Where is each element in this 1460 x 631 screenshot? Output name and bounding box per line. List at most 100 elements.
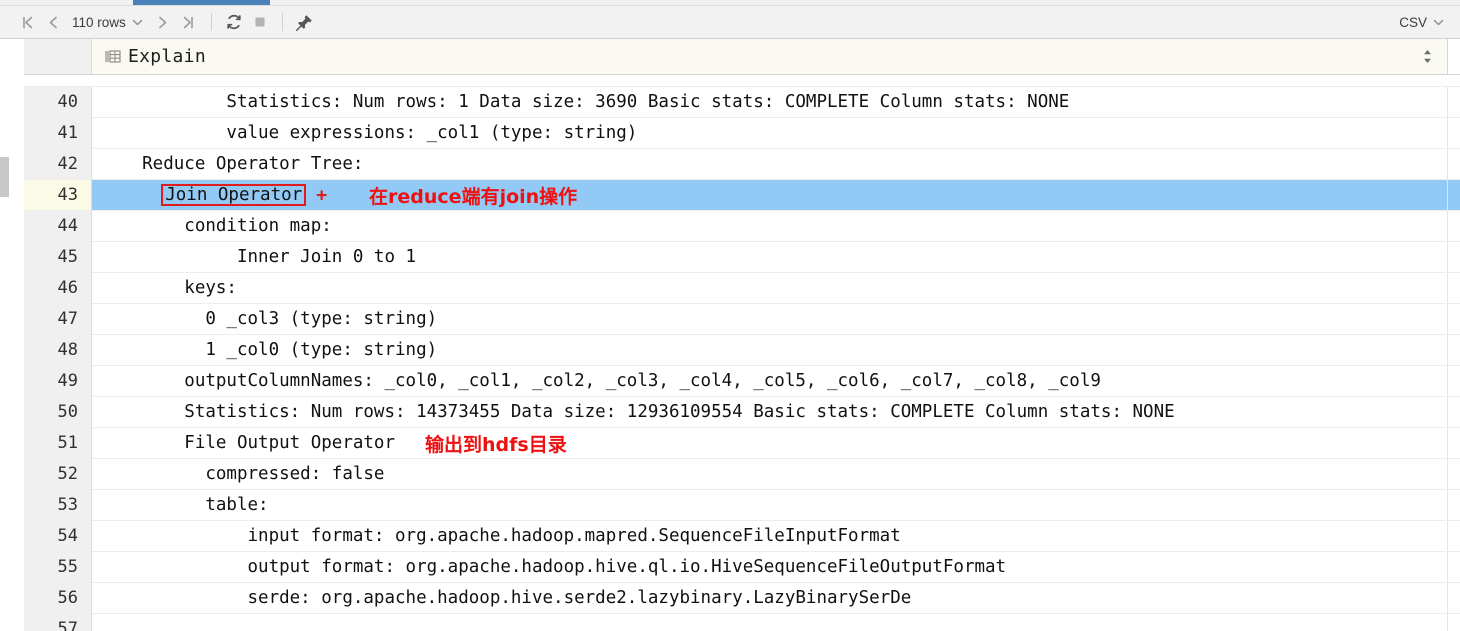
row-tail <box>1447 428 1460 458</box>
refresh-icon[interactable] <box>221 9 247 35</box>
row-text: File Output Operator <box>100 433 396 453</box>
row-cell-explain[interactable]: File Output Operator 输出到hdfs目录 <box>92 428 1447 458</box>
vertical-scrollbar-thumb[interactable] <box>0 157 9 197</box>
toolbar-divider-2 <box>281 13 283 31</box>
row-tail <box>1447 366 1460 396</box>
row-tail <box>1447 490 1460 520</box>
row-number: 53 <box>24 490 92 520</box>
row-tail <box>1447 180 1460 210</box>
row-cell-explain[interactable]: table: <box>92 490 1447 520</box>
row-number: 48 <box>24 335 92 365</box>
table-row[interactable]: 40 Statistics: Num rows: 1 Data size: 36… <box>24 87 1460 118</box>
row-cell-explain[interactable]: serde: org.apache.hadoop.hive.serde2.laz… <box>92 583 1447 613</box>
go-to-next-icon[interactable] <box>150 9 176 35</box>
row-cell-explain[interactable]: input format: org.apache.hadoop.mapred.S… <box>92 521 1447 551</box>
row-tail <box>1447 614 1460 631</box>
table-row-selected[interactable]: 43 Join Operator + 在reduce端有join操作 <box>24 180 1460 211</box>
row-number: 50 <box>24 397 92 427</box>
horizontal-scrollbar-thumb[interactable] <box>133 0 270 5</box>
grid-rows: 40 Statistics: Num rows: 1 Data size: 36… <box>24 75 1460 631</box>
row-tail <box>1447 118 1460 148</box>
table-row[interactable]: 51 File Output Operator 输出到hdfs目录 <box>24 428 1460 459</box>
result-grid: Explain 40 Statistics: Num rows: 1 Data … <box>0 39 1460 631</box>
annotation-note-reduce-join: 在reduce端有join操作 <box>369 185 578 208</box>
row-number: 47 <box>24 304 92 334</box>
table-row[interactable]: 50 Statistics: Num rows: 14373455 Data s… <box>24 397 1460 428</box>
annotation-note-output-hdfs: 输出到hdfs目录 <box>425 433 567 456</box>
row-number: 44 <box>24 211 92 241</box>
table-row[interactable]: 55 output format: org.apache.hadoop.hive… <box>24 552 1460 583</box>
pin-icon[interactable] <box>292 9 318 35</box>
row-number: 55 <box>24 552 92 582</box>
table-row[interactable]: 46 keys: <box>24 273 1460 304</box>
row-number: 52 <box>24 459 92 489</box>
go-to-prev-icon[interactable] <box>40 9 66 35</box>
go-to-last-icon[interactable] <box>176 9 202 35</box>
table-row[interactable]: 44 condition map: <box>24 211 1460 242</box>
row-cell-explain[interactable]: Reduce Operator Tree: <box>92 149 1447 179</box>
row-tail <box>1447 87 1460 117</box>
table-row[interactable] <box>24 75 1460 87</box>
rows-count-label: 110 rows <box>72 14 126 30</box>
row-number: 49 <box>24 366 92 396</box>
sort-updown-icon[interactable] <box>1422 39 1437 74</box>
column-header-row: Explain <box>24 39 1460 75</box>
table-row[interactable]: 56 serde: org.apache.hadoop.hive.serde2.… <box>24 583 1460 614</box>
table-column-icon <box>104 48 121 65</box>
horizontal-scrollbar-track[interactable] <box>0 0 1460 6</box>
stop-icon[interactable] <box>247 9 273 35</box>
row-tail <box>1447 242 1460 272</box>
export-format-label[interactable]: CSV <box>1399 15 1427 30</box>
rows-dropdown-chevron-down-icon[interactable] <box>130 14 146 30</box>
table-row[interactable]: 57 <box>24 614 1460 631</box>
row-number: 51 <box>24 428 92 458</box>
toolbar-divider-1 <box>210 13 212 31</box>
column-header-title: Explain <box>128 46 206 67</box>
row-tail <box>1447 335 1460 365</box>
row-cell-explain[interactable]: Join Operator + 在reduce端有join操作 <box>92 180 1447 210</box>
table-row[interactable]: 42 Reduce Operator Tree: <box>24 149 1460 180</box>
export-dropdown-chevron-down-icon[interactable] <box>1430 14 1446 30</box>
row-cell-explain[interactable]: compressed: false <box>92 459 1447 489</box>
column-header-explain[interactable]: Explain <box>92 39 1447 74</box>
row-tail <box>1447 459 1460 489</box>
row-cell-explain[interactable]: outputColumnNames: _col0, _col1, _col2, … <box>92 366 1447 396</box>
row-cell-explain[interactable]: Inner Join 0 to 1 <box>92 242 1447 272</box>
go-to-first-icon[interactable] <box>14 9 40 35</box>
row-tail <box>1447 149 1460 179</box>
row-number: 41 <box>24 118 92 148</box>
row-number: 46 <box>24 273 92 303</box>
table-row[interactable]: 41 value expressions: _col1 (type: strin… <box>24 118 1460 149</box>
left-rail <box>0 39 24 631</box>
row-cell-explain[interactable] <box>92 614 1447 631</box>
table-row[interactable]: 54 input format: org.apache.hadoop.mapre… <box>24 521 1460 552</box>
plus-marker: + <box>316 184 328 206</box>
row-cell-explain[interactable]: output format: org.apache.hadoop.hive.ql… <box>92 552 1447 582</box>
row-cell-explain[interactable]: value expressions: _col1 (type: string) <box>92 118 1447 148</box>
grid-inner: Explain 40 Statistics: Num rows: 1 Data … <box>24 39 1460 631</box>
row-number: 43 <box>24 180 92 210</box>
table-row[interactable]: 45 Inner Join 0 to 1 <box>24 242 1460 273</box>
row-tail <box>1447 273 1460 303</box>
column-header-right-pad <box>1447 39 1460 74</box>
row-cell-explain[interactable]: 1 _col0 (type: string) <box>92 335 1447 365</box>
row-cell-explain[interactable]: 0 _col3 (type: string) <box>92 304 1447 334</box>
result-grid-toolbar: 110 rows CSV <box>0 6 1460 39</box>
table-row[interactable]: 48 1 _col0 (type: string) <box>24 335 1460 366</box>
row-cell-explain[interactable]: Statistics: Num rows: 14373455 Data size… <box>92 397 1447 427</box>
table-row[interactable]: 52 compressed: false <box>24 459 1460 490</box>
row-cell-explain[interactable]: condition map: <box>92 211 1447 241</box>
join-operator-highlight-box: Join Operator <box>161 183 307 207</box>
row-number: 42 <box>24 149 92 179</box>
row-cell-explain[interactable]: Statistics: Num rows: 1 Data size: 3690 … <box>92 87 1447 117</box>
row-number: 40 <box>24 87 92 117</box>
row-tail <box>1447 304 1460 334</box>
table-row[interactable]: 49 outputColumnNames: _col0, _col1, _col… <box>24 366 1460 397</box>
row-tail <box>1447 521 1460 551</box>
column-header-gutter <box>24 39 92 74</box>
row-tail <box>1447 397 1460 427</box>
table-row[interactable]: 47 0 _col3 (type: string) <box>24 304 1460 335</box>
row-cell-explain[interactable]: keys: <box>92 273 1447 303</box>
row-tail <box>1447 583 1460 613</box>
table-row[interactable]: 53 table: <box>24 490 1460 521</box>
